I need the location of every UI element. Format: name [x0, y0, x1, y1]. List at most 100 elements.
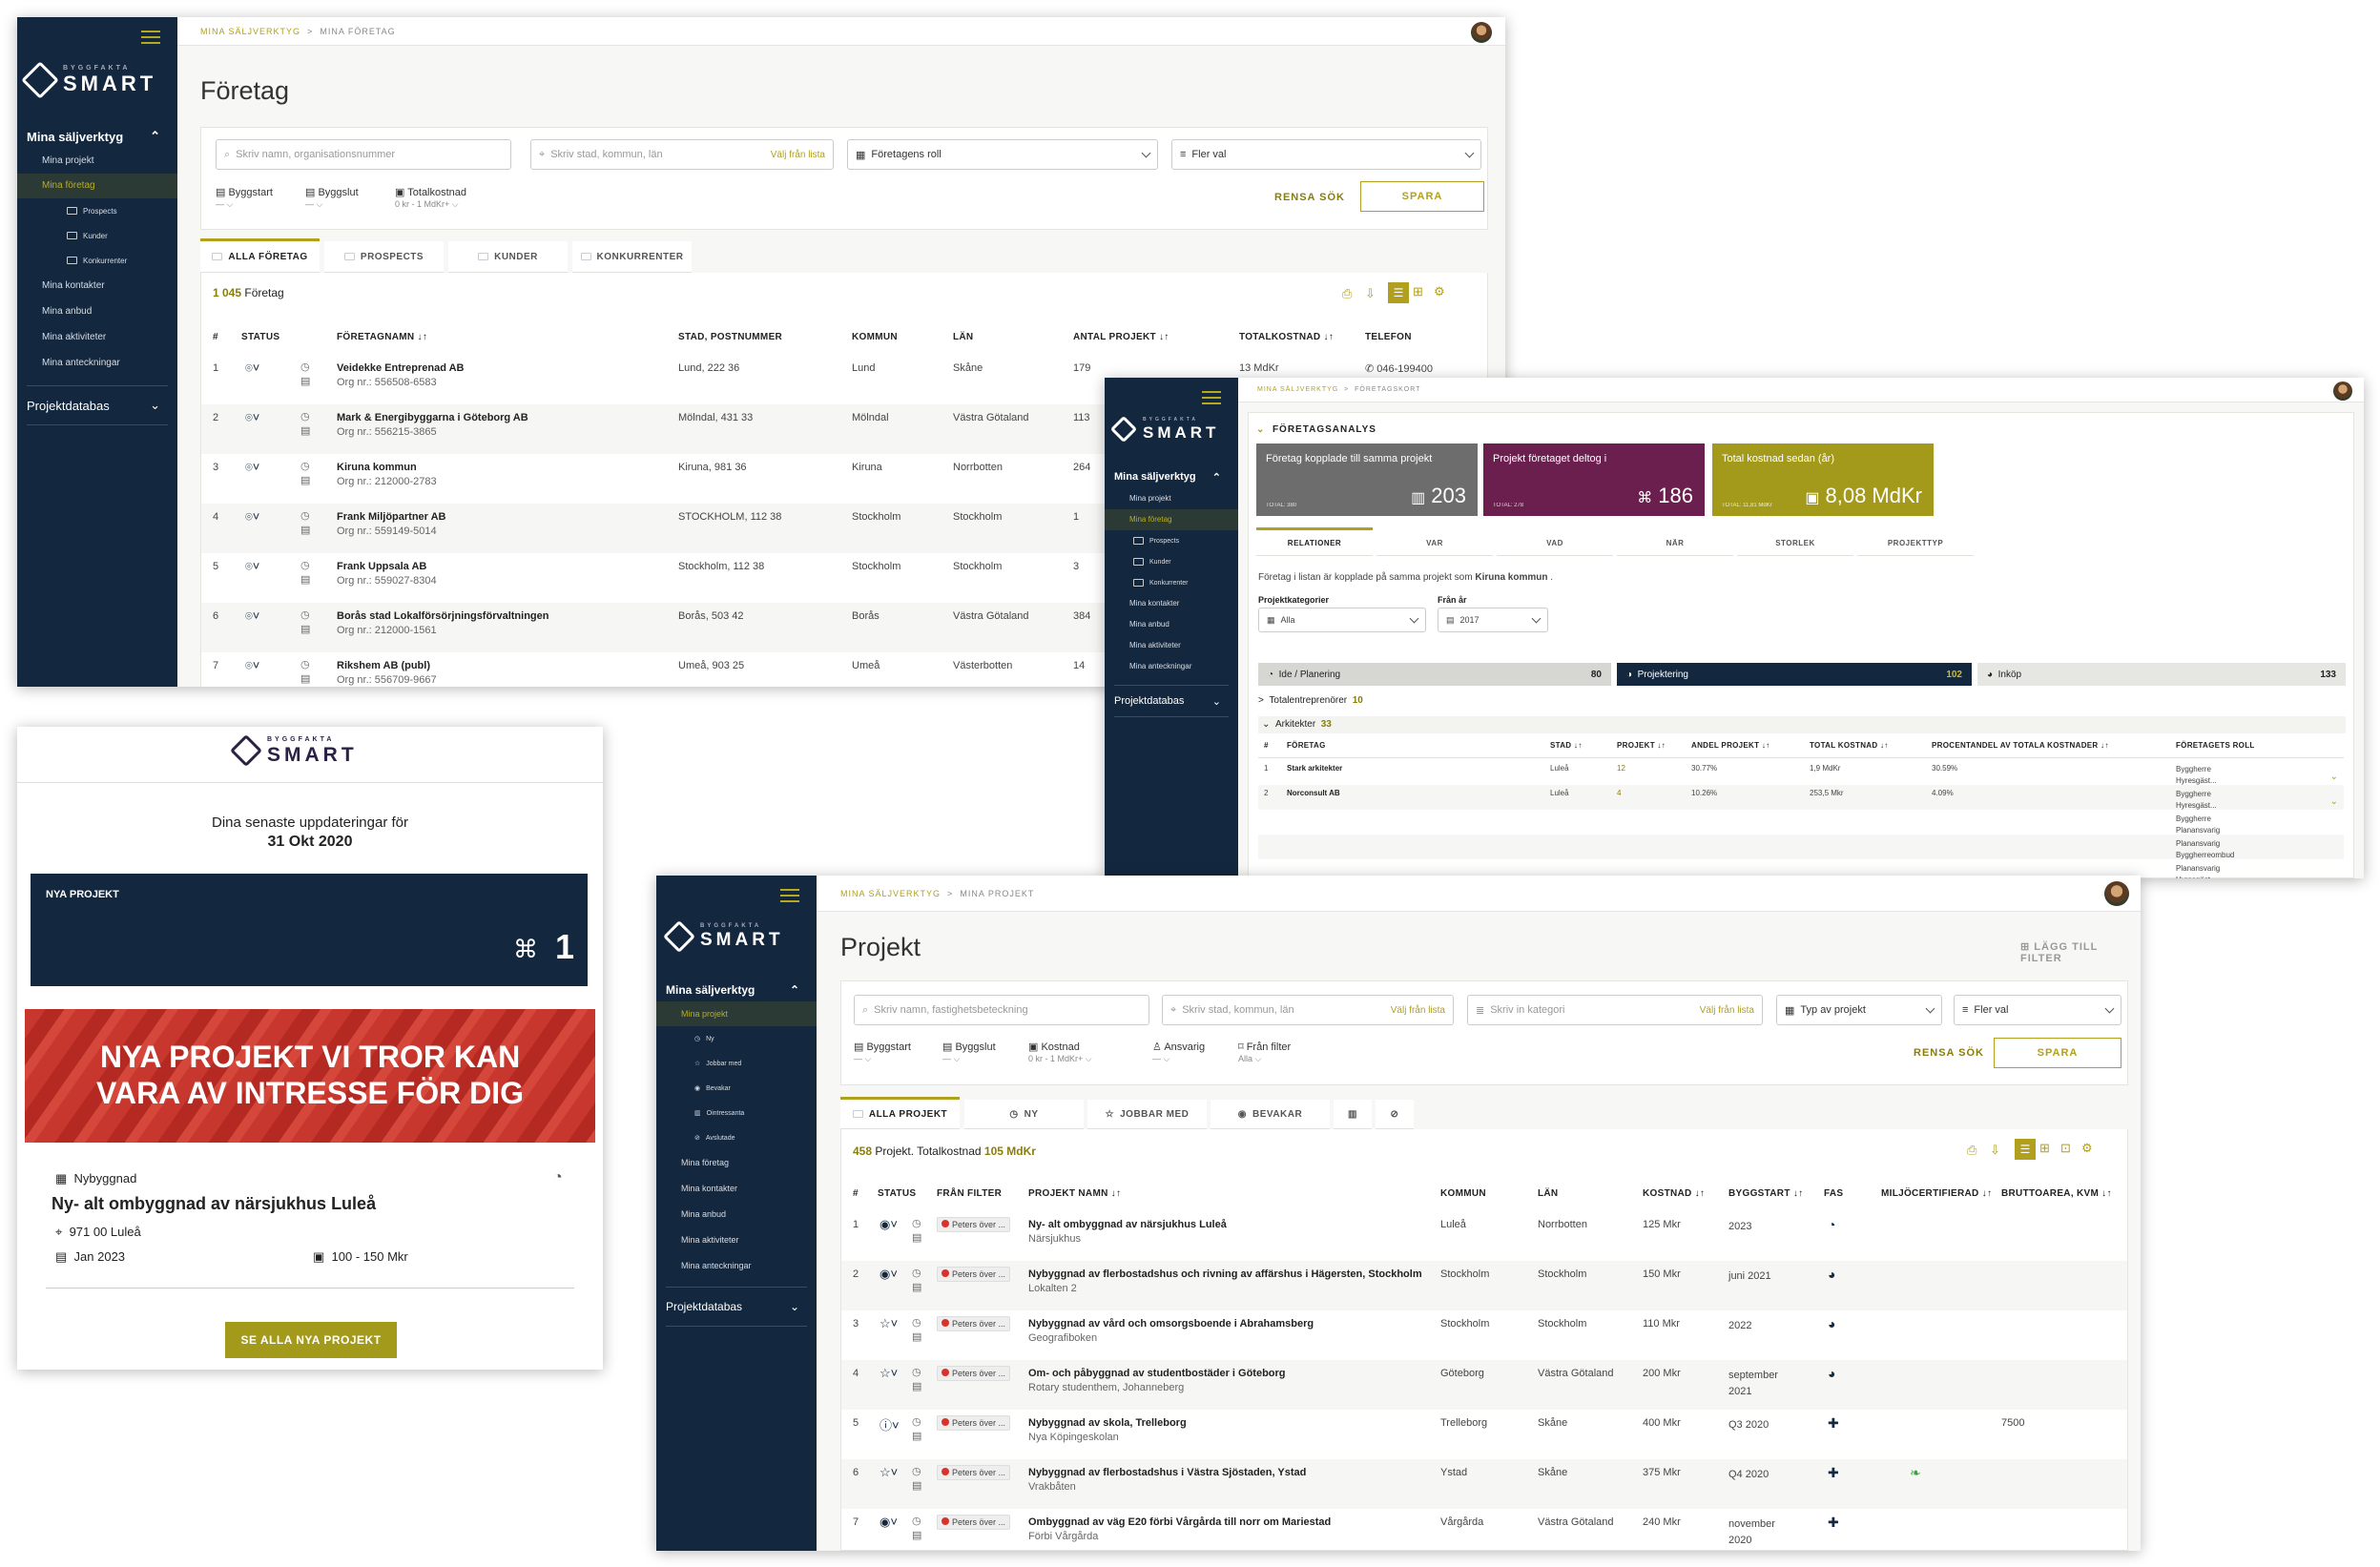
- nav-project-database[interactable]: Projektdatabas ⌄: [1105, 686, 1238, 716]
- project-name[interactable]: Nybyggnad av vård och omsorgsboende i Ab…: [1028, 1318, 1314, 1344]
- info-icon[interactable]: ⓘ˅: [880, 1415, 900, 1433]
- eye-icon[interactable]: ◉˅: [880, 1267, 898, 1282]
- nav-section-sales-tools[interactable]: Mina säljverktyg ⌃: [1105, 465, 1238, 488]
- company-name[interactable]: Frank Uppsala AB Org nr.: 559027-8304: [337, 561, 437, 587]
- table-row[interactable]: 1 ◉˅ ◷ ▤ Peters över ... Ny- alt ombyggnad av…: [841, 1211, 2127, 1261]
- alarm-icon[interactable]: ◷ ▤: [912, 1515, 921, 1544]
- print-icon[interactable]: ⎙: [1342, 286, 1352, 301]
- tab-finished[interactable]: ⊘: [1376, 1100, 1414, 1129]
- export-icon[interactable]: ⇩: [1990, 1143, 2000, 1158]
- nav-project-database[interactable]: Projektdatabas ⌄: [656, 1288, 817, 1326]
- alarm-icon[interactable]: ◷ ▤: [300, 608, 310, 638]
- add-filter-button[interactable]: ⊞ LÄGG TILL FILTER: [2020, 940, 2141, 964]
- nav-my-companies[interactable]: Mina företag: [1105, 509, 1238, 530]
- more-options-select[interactable]: ≡ Fler val: [1954, 995, 2121, 1025]
- company-name-search[interactable]: ⌕ Skriv namn, organisationsnummer: [216, 139, 511, 170]
- project-type-select[interactable]: ▦ Typ av projekt: [1776, 995, 1942, 1025]
- nav-contacts[interactable]: Mina kontakter: [17, 273, 177, 299]
- save-button[interactable]: SPARA: [1994, 1038, 2121, 1068]
- table-row[interactable]: 2 Norconsult AB Luleå 4 10.26% 253,5 Mkr 4.09%…: [1258, 785, 2344, 810]
- nav-bids[interactable]: Mina anbud: [17, 299, 177, 324]
- from-filter-badge[interactable]: Peters över ...: [937, 1465, 1011, 1480]
- nav-activities[interactable]: Mina aktiviteter: [656, 1227, 817, 1253]
- section-title[interactable]: ⌄ FÖRETAGSANALYS: [1256, 424, 1376, 435]
- export-icon[interactable]: ⇩: [1365, 286, 1376, 301]
- city-search[interactable]: ⌖ Skriv stad, kommun, län Välj från lista: [530, 139, 834, 170]
- company-name[interactable]: Veidekke Entreprenad AB Org nr.: 556508-6…: [337, 362, 464, 388]
- filter-buildend[interactable]: ▤ Byggslut — ⌵: [305, 187, 359, 210]
- star-icon[interactable]: ☆˅: [880, 1465, 898, 1480]
- filter-cost[interactable]: ▣ Kostnad 0 kr - 1 MdKr+ ⌵: [1028, 1041, 1092, 1064]
- company-name[interactable]: Frank Miljöpartner AB Org nr.: 559149-501…: [337, 511, 446, 537]
- project-title[interactable]: Ny- alt ombyggnad av närsjukhus Luleå: [52, 1194, 376, 1214]
- from-filter-badge[interactable]: Peters över ...: [937, 1415, 1011, 1431]
- table-row[interactable]: Byggherre Planansvarig: [1258, 810, 2344, 835]
- avatar[interactable]: [2104, 881, 2129, 906]
- category-select[interactable]: ▦ Alla: [1258, 608, 1426, 632]
- company-name[interactable]: Kiruna kommun Org nr.: 212000-2783: [337, 462, 437, 487]
- table-row[interactable]: Planansvarig Byggherreombud: [1258, 835, 2344, 859]
- tab-project-type[interactable]: PROJEKTTYP: [1857, 530, 1974, 556]
- alarm-icon[interactable]: ◷ ▤: [912, 1465, 921, 1495]
- map-view-icon[interactable]: ⊡: [2060, 1141, 2071, 1156]
- filter-buildstart[interactable]: ▤ Byggstart — ⌵: [854, 1041, 911, 1064]
- nav-bids[interactable]: Mina anbud: [1105, 614, 1238, 635]
- alarm-icon[interactable]: ◷ ▤: [300, 509, 310, 539]
- table-row[interactable]: 2 ◉˅ ◷ ▤ Peters över ... Nybyggnad av flerbos…: [841, 1261, 2127, 1310]
- alarm-icon[interactable]: ◷ ▤: [300, 460, 310, 489]
- pick-from-list-link[interactable]: Välj från lista: [1391, 1005, 1445, 1016]
- alarm-icon[interactable]: ◷ ▤: [300, 361, 310, 390]
- nav-notes[interactable]: Mina anteckningar: [656, 1253, 817, 1279]
- tab-prospects[interactable]: PROSPECTS: [324, 241, 444, 273]
- kpi-card[interactable]: Företag kopplade till samma projekt TOTAL…: [1256, 443, 1478, 516]
- menu-icon[interactable]: [1202, 391, 1221, 404]
- group-architects[interactable]: ⌄ Arkitekter 33: [1258, 716, 2346, 733]
- tab-size[interactable]: STORLEK: [1737, 530, 1853, 556]
- tab-trash[interactable]: ▥: [1334, 1100, 1372, 1129]
- nav-activities[interactable]: Mina aktiviteter: [1105, 635, 1238, 656]
- alarm-icon[interactable]: ◷ ▤: [300, 658, 310, 687]
- nav-notes[interactable]: Mina anteckningar: [1105, 656, 1238, 677]
- status-icon[interactable]: ⌾˅: [245, 361, 259, 376]
- tab-new[interactable]: ◷ NY: [964, 1100, 1084, 1129]
- from-filter-badge[interactable]: Peters över ...: [937, 1515, 1011, 1530]
- menu-icon[interactable]: [780, 889, 799, 902]
- eye-icon[interactable]: ◉˅: [880, 1217, 898, 1232]
- status-icon[interactable]: ⌾˅: [245, 460, 259, 475]
- nav-competitors[interactable]: Konkurrenter: [17, 248, 177, 273]
- chevron-down-icon[interactable]: ⌄: [2330, 796, 2338, 807]
- table-row[interactable]: 1 Stark arkitekter Luleå 12 30.77% 1,9 MdKr 30…: [1258, 760, 2344, 785]
- project-name[interactable]: Nybyggnad av flerbostadshus i Västra Sjö…: [1028, 1467, 1306, 1493]
- nav-customers[interactable]: Kunder: [1105, 551, 1238, 572]
- phase-purchase[interactable]: ◕ Inköp 133: [1977, 663, 2346, 686]
- nav-my-projects[interactable]: Mina projekt: [1105, 488, 1238, 509]
- tab-where[interactable]: VAR: [1376, 530, 1493, 556]
- nav-notes[interactable]: Mina anteckningar: [17, 350, 177, 376]
- from-filter-badge[interactable]: Peters över ...: [937, 1316, 1011, 1331]
- print-icon[interactable]: ⎙: [1967, 1143, 1976, 1158]
- status-icon[interactable]: ⌾˅: [245, 608, 259, 624]
- nav-section-sales-tools[interactable]: Mina säljverktyg ⌃: [656, 979, 817, 1001]
- filter-from-filter[interactable]: ⌑ Från filter Alla ⌵: [1238, 1041, 1291, 1064]
- nav-competitors[interactable]: Konkurrenter: [1105, 572, 1238, 593]
- tab-what[interactable]: VAD: [1497, 530, 1613, 556]
- filter-buildstart[interactable]: ▤ Byggstart — ⌵: [216, 187, 273, 210]
- nav-my-projects[interactable]: Mina projekt: [17, 149, 177, 174]
- star-icon[interactable]: ☆˅: [880, 1366, 898, 1381]
- project-name[interactable]: Nybyggnad av skola, Trelleborg Nya Köping…: [1028, 1417, 1187, 1443]
- nav-contacts[interactable]: Mina kontakter: [656, 1176, 817, 1202]
- list-view-icon[interactable]: ☰: [2015, 1139, 2036, 1160]
- avatar[interactable]: [2333, 381, 2352, 401]
- phase-planning[interactable]: ◑ Projektering 102: [1617, 663, 1972, 686]
- clear-search-button[interactable]: RENSA SÖK: [1274, 192, 1345, 203]
- nav-watching[interactable]: ◉ Bevakar: [656, 1076, 817, 1101]
- nav-new[interactable]: ◷ Ny: [656, 1026, 817, 1051]
- status-icon[interactable]: ⌾˅: [245, 658, 259, 673]
- phase-idea[interactable]: ◔ Ide / Planering 80: [1258, 663, 1611, 686]
- alarm-icon[interactable]: ◷ ▤: [912, 1415, 921, 1445]
- city-search[interactable]: ⌖ Skriv stad, kommun, län Välj från lista: [1162, 995, 1454, 1025]
- table-row[interactable]: 7 ◉˅ ◷ ▤ Peters över ... Ombyggnad av väg E20…: [841, 1509, 2127, 1551]
- nav-bids[interactable]: Mina anbud: [656, 1202, 817, 1227]
- star-icon[interactable]: ☆˅: [880, 1316, 898, 1331]
- nav-my-projects[interactable]: Mina projekt: [656, 1001, 817, 1026]
